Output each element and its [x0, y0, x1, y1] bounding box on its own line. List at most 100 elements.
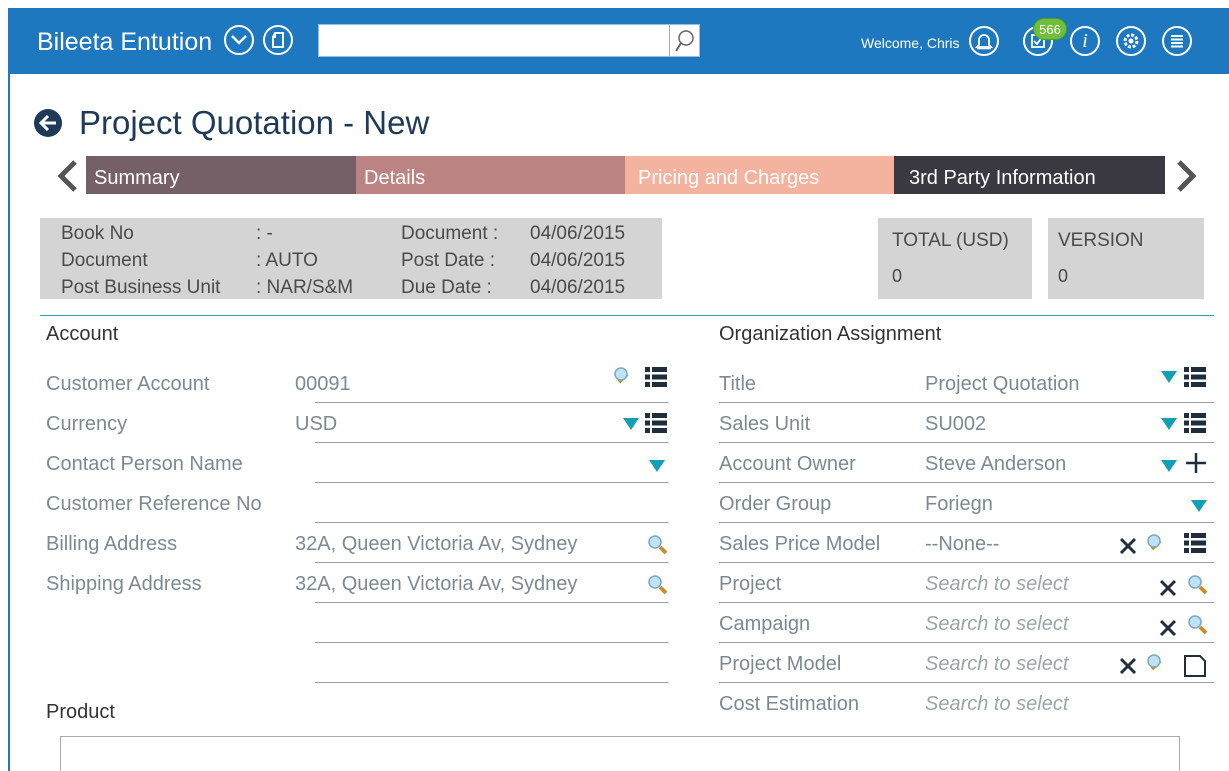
- cost-estimation-field[interactable]: Search to select: [925, 693, 1068, 716]
- field-underline: [315, 562, 668, 563]
- info-icon[interactable]: i: [1070, 26, 1100, 56]
- field-underline: [315, 522, 668, 523]
- currency-dropdown-icon[interactable]: [623, 418, 639, 430]
- title-dropdown-icon[interactable]: [1161, 371, 1177, 383]
- tab-details[interactable]: Details: [356, 156, 625, 194]
- gear-icon[interactable]: [1116, 26, 1146, 56]
- project-model-field[interactable]: Search to select: [925, 653, 1068, 676]
- sales-unit-list-icon[interactable]: [1184, 413, 1206, 433]
- title-list-icon[interactable]: [1184, 367, 1206, 387]
- clear-x-icon[interactable]: [1119, 537, 1137, 560]
- version-value: 0: [1058, 266, 1069, 286]
- welcome-text: Welcome, Chris: [861, 35, 960, 51]
- top-bar: Bileeta Entution Welcome, Chris 566 i: [8, 8, 1229, 74]
- document-value: : AUTO: [256, 250, 318, 271]
- field-underline: [719, 562, 1214, 563]
- project-model-label: Project Model: [719, 653, 842, 675]
- page-title: Project Quotation - New: [79, 104, 430, 141]
- clear-x-icon[interactable]: [1159, 619, 1177, 642]
- campaign-search-icon[interactable]: [1186, 613, 1208, 640]
- currency-field[interactable]: USD: [295, 413, 337, 436]
- sales-price-model-list-icon[interactable]: [1184, 533, 1206, 553]
- clear-x-icon[interactable]: [1119, 657, 1137, 680]
- title-field[interactable]: Project Quotation: [925, 373, 1080, 396]
- customer-account-list-icon[interactable]: [645, 367, 667, 387]
- sales-unit-label: Sales Unit: [719, 413, 811, 435]
- billing-address-label: Billing Address: [46, 533, 178, 555]
- field-underline: [719, 682, 1214, 683]
- field-underline: [315, 602, 668, 603]
- tab-summary[interactable]: Summary: [86, 156, 356, 194]
- field-underline: [719, 602, 1214, 603]
- sales-price-model-field[interactable]: --None--: [925, 533, 999, 556]
- order-group-dropdown-icon[interactable]: [1191, 500, 1207, 512]
- field-underline: [315, 682, 668, 683]
- shipping-address-label: Shipping Address: [46, 573, 202, 595]
- tab-next-chevron-icon[interactable]: [1173, 158, 1199, 194]
- billing-address-search-icon[interactable]: [646, 533, 668, 560]
- product-grid[interactable]: [60, 736, 1180, 771]
- chevron-down-icon[interactable]: [224, 25, 254, 55]
- account-owner-field[interactable]: Steve Anderson: [925, 453, 1066, 476]
- field-underline: [719, 402, 1214, 403]
- order-group-field[interactable]: Foriegn: [925, 493, 993, 516]
- contact-person-dropdown-icon[interactable]: [649, 460, 665, 472]
- currency-label: Currency: [46, 413, 128, 435]
- version-box: VERSION 0: [1048, 218, 1204, 299]
- tab-pricing-and-charges[interactable]: Pricing and Charges: [625, 156, 894, 194]
- post-business-unit-label: Post Business Unit: [61, 277, 221, 298]
- account-owner-dropdown-icon[interactable]: [1161, 460, 1177, 472]
- field-underline: [719, 442, 1214, 443]
- field-underline: [315, 482, 668, 483]
- tab-3rd-party-information[interactable]: 3rd Party Information: [894, 156, 1165, 194]
- sales-price-model-search-icon[interactable]: [1146, 533, 1168, 560]
- total-label: TOTAL (USD): [892, 230, 1009, 251]
- total-box: TOTAL (USD) 0: [878, 218, 1032, 299]
- tab-prev-chevron-icon[interactable]: [55, 158, 81, 194]
- tasks-count-badge: 566: [1033, 18, 1067, 40]
- customer-account-field[interactable]: 00091: [295, 373, 351, 396]
- document-date-label: Document :: [401, 223, 499, 244]
- bell-icon[interactable]: [969, 26, 999, 56]
- currency-list-icon[interactable]: [645, 413, 667, 433]
- field-underline: [315, 642, 668, 643]
- shipping-address-field[interactable]: 32A, Queen Victoria Av, Sydney: [295, 573, 577, 596]
- account-owner-label: Account Owner: [719, 453, 856, 475]
- global-search: [318, 24, 700, 57]
- project-search-icon[interactable]: [1186, 573, 1208, 600]
- book-no-label: Book No: [61, 223, 134, 244]
- field-underline: [719, 482, 1214, 483]
- organization-assignment-heading: Organization Assignment: [719, 323, 942, 345]
- billing-address-field[interactable]: 32A, Queen Victoria Av, Sydney: [295, 533, 577, 556]
- menu-icon[interactable]: [1162, 26, 1192, 56]
- back-arrow-icon[interactable]: [33, 108, 63, 138]
- search-input[interactable]: [323, 29, 668, 52]
- project-field[interactable]: Search to select: [925, 573, 1068, 596]
- document-label: Document: [61, 250, 148, 271]
- new-document-icon[interactable]: [263, 25, 293, 55]
- app-brand[interactable]: Bileeta Entution: [37, 28, 212, 57]
- search-button[interactable]: [669, 25, 699, 56]
- add-icon[interactable]: [1185, 452, 1207, 479]
- customer-account-search-icon[interactable]: [613, 366, 635, 393]
- customer-reference-label: Customer Reference No: [46, 493, 262, 515]
- campaign-label: Campaign: [719, 613, 811, 635]
- field-underline: [719, 642, 1214, 643]
- clear-x-icon[interactable]: [1159, 579, 1177, 602]
- search-icon: [674, 29, 694, 52]
- field-underline: [315, 442, 668, 443]
- project-label: Project: [719, 573, 782, 595]
- sales-price-model-label: Sales Price Model: [719, 533, 881, 555]
- sales-unit-field[interactable]: SU002: [925, 413, 986, 436]
- field-underline: [315, 402, 668, 403]
- contact-person-label: Contact Person Name: [46, 453, 243, 475]
- sales-unit-dropdown-icon[interactable]: [1161, 418, 1177, 430]
- new-document-icon[interactable]: [1183, 654, 1207, 683]
- total-value: 0: [892, 266, 903, 286]
- account-heading: Account: [46, 323, 119, 345]
- left-border: [8, 74, 10, 771]
- campaign-field[interactable]: Search to select: [925, 613, 1068, 636]
- shipping-address-search-icon[interactable]: [646, 573, 668, 600]
- version-label: VERSION: [1058, 230, 1144, 251]
- project-model-search-icon[interactable]: [1146, 653, 1168, 680]
